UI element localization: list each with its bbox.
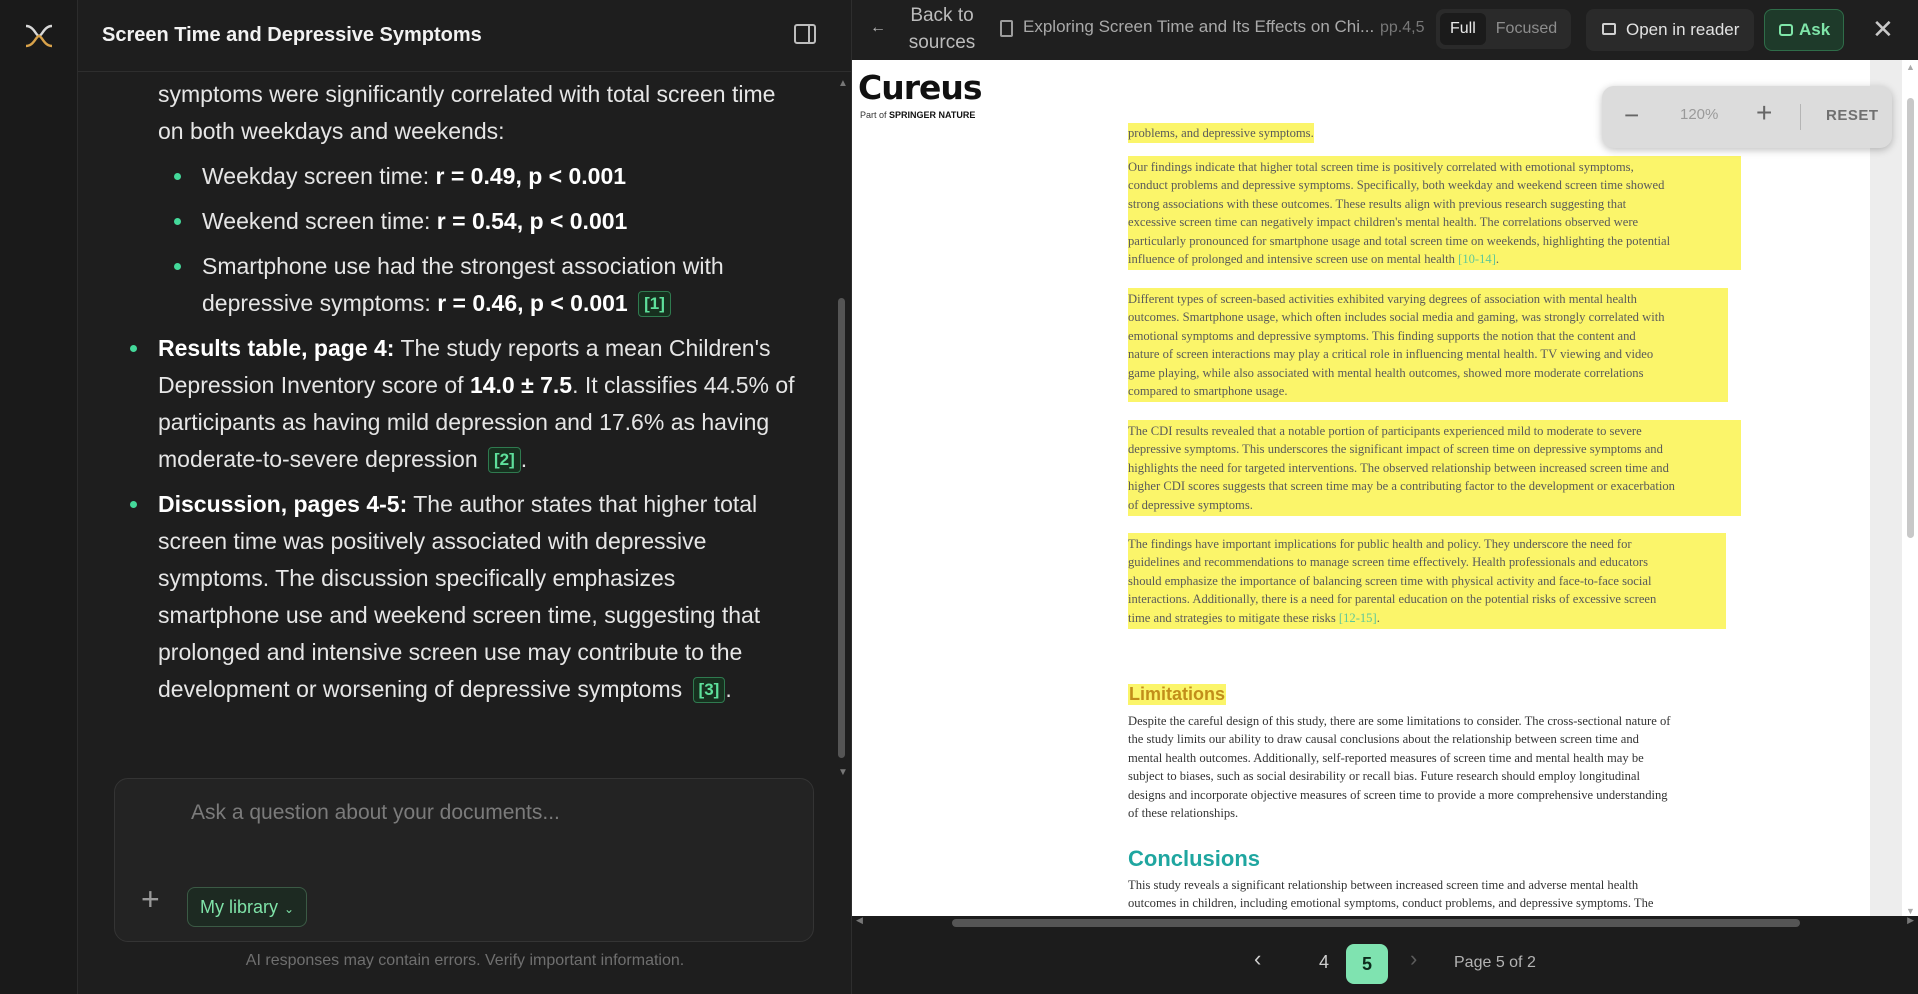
list-item: Weekend screen time: r = 0.54, p < 0.001: [174, 203, 798, 240]
add-attachment-icon[interactable]: +: [141, 883, 160, 915]
view-mode-focused[interactable]: Focused: [1486, 13, 1567, 45]
scroll-up-icon[interactable]: ▲: [1906, 62, 1915, 72]
citation-badge[interactable]: [3]: [692, 677, 726, 703]
reader-horizontal-scrollbar[interactable]: ◀ ▶: [852, 915, 1918, 930]
assistant-answer: symptoms were significantly correlated w…: [130, 76, 798, 716]
citation-badge[interactable]: [2]: [488, 447, 521, 473]
chat-scrollbar[interactable]: ▲ ▼: [836, 78, 848, 778]
chat-panel: Screen Time and Depressive Symptoms symp…: [78, 0, 852, 994]
correlation-list: Weekday screen time: r = 0.49, p < 0.001…: [174, 158, 798, 322]
findings-list: Results table, page 4: The study reports…: [130, 330, 798, 708]
document-pages: pp.4,5: [1380, 19, 1425, 36]
app-logo-icon[interactable]: [24, 24, 54, 48]
answer-intro: symptoms were significantly correlated w…: [158, 81, 776, 144]
composer: Ask a question about your documents... +…: [114, 778, 814, 942]
ask-button[interactable]: Ask: [1764, 9, 1844, 51]
close-icon[interactable]: ✕: [1872, 14, 1894, 44]
document-title: Exploring Screen Time and Its Effects on…: [1023, 17, 1375, 36]
library-selector[interactable]: My library ⌄: [187, 887, 308, 927]
chat-scroll-thumb[interactable]: [838, 298, 845, 758]
next-page-button[interactable]: ›: [1410, 946, 1417, 972]
highlighted-paragraph[interactable]: Our findings indicate that higher total …: [1128, 156, 1741, 271]
conclusions-heading: Conclusions: [1128, 846, 1261, 871]
reader-horizontal-scroll-thumb[interactable]: [952, 919, 1800, 927]
list-item: Smartphone use had the strongest associa…: [174, 248, 798, 322]
conclusions-paragraph: This study reveals a significant relatio…: [1128, 878, 1654, 911]
back-arrow-icon[interactable]: ←: [870, 19, 886, 37]
back-to-sources-button[interactable]: Back to sources: [900, 2, 984, 56]
previous-page-button[interactable]: ‹: [1254, 946, 1261, 972]
page-4-button[interactable]: 4: [1309, 944, 1339, 980]
reader-vertical-scroll-thumb[interactable]: [1907, 98, 1914, 538]
chevron-down-icon: ⌄: [284, 902, 295, 916]
page-5-button[interactable]: 5: [1346, 944, 1388, 984]
highlighted-paragraph[interactable]: Different types of screen-based activiti…: [1128, 288, 1728, 403]
reader-toolbar: ← Back to sources Exploring Screen Time …: [852, 0, 1918, 60]
pdf-viewport[interactable]: Cureus Part of SPRINGER NATURE problems,…: [852, 60, 1902, 916]
zoom-in-button[interactable]: +: [1756, 98, 1772, 128]
scroll-right-icon[interactable]: ▶: [1907, 915, 1914, 926]
publisher-logo: Cureus: [858, 68, 983, 107]
limitations-heading: Limitations: [1128, 684, 1227, 705]
reference-link[interactable]: [10-14]: [1458, 252, 1496, 266]
app-rail: [0, 0, 78, 994]
view-mode-toggle: Full Focused: [1436, 9, 1572, 49]
zoom-controls: − 120% + RESET: [1602, 86, 1892, 148]
zoom-level: 120%: [1680, 106, 1719, 123]
publisher-subtitle: Part of SPRINGER NATURE: [860, 110, 976, 120]
scroll-up-icon[interactable]: ▲: [838, 78, 848, 89]
chat-title: Screen Time and Depressive Symptoms: [102, 24, 482, 46]
reference-link[interactable]: [12-15]: [1339, 611, 1377, 625]
ai-disclaimer: AI responses may contain errors. Verify …: [245, 952, 685, 969]
reader-vertical-scrollbar[interactable]: ▲ ▼: [1902, 60, 1918, 916]
open-in-reader-button[interactable]: Open in reader: [1586, 9, 1754, 51]
zoom-reset-button[interactable]: RESET: [1826, 107, 1879, 124]
document-lead-line: problems, and depressive symptoms.: [1128, 123, 1314, 143]
highlighted-paragraph[interactable]: The findings have important implications…: [1128, 533, 1726, 630]
zoom-out-button[interactable]: −: [1624, 100, 1639, 130]
page-status: Page 5 of 2: [1454, 954, 1536, 971]
chat-bubble-icon: [1779, 24, 1793, 36]
list-item: Weekday screen time: r = 0.49, p < 0.001: [174, 158, 798, 195]
highlighted-paragraph[interactable]: The CDI results revealed that a notable …: [1128, 420, 1741, 517]
list-item: Discussion, pages 4-5: The author states…: [130, 486, 798, 708]
list-item: Results table, page 4: The study reports…: [130, 330, 798, 478]
panel-toggle-icon[interactable]: [794, 24, 816, 44]
zoom-divider: [1800, 104, 1801, 130]
scroll-down-icon[interactable]: ▼: [838, 767, 848, 778]
pdf-page: Cureus Part of SPRINGER NATURE problems,…: [852, 60, 1870, 916]
limitations-paragraph: Despite the careful design of this study…: [1128, 714, 1671, 821]
citation-badge[interactable]: [1]: [638, 291, 671, 317]
question-input[interactable]: Ask a question about your documents...: [191, 801, 560, 825]
book-icon: [1602, 23, 1616, 35]
view-mode-full[interactable]: Full: [1440, 13, 1486, 45]
scroll-left-icon[interactable]: ◀: [856, 915, 863, 926]
source-reader: ← Back to sources Exploring Screen Time …: [852, 0, 1918, 994]
chat-header: Screen Time and Depressive Symptoms: [78, 0, 852, 72]
page-navigation: ‹ 4 5 › Page 5 of 2: [852, 930, 1918, 994]
document-icon: [1000, 20, 1013, 37]
